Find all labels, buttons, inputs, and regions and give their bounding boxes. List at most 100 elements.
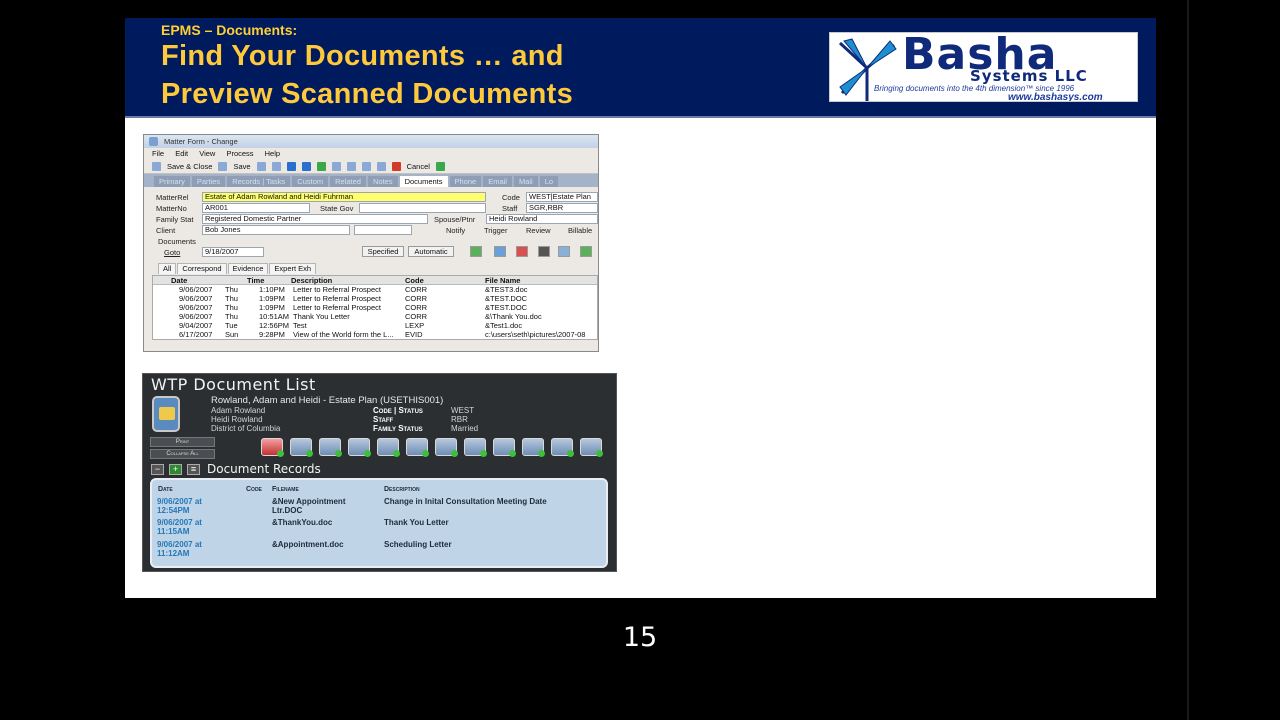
table-row[interactable]: 9/04/2007 Tue 12:56PM Test LEXP &Test1.d…	[153, 321, 597, 330]
client-extra-field[interactable]	[354, 225, 412, 235]
row-file: &TEST.DOC	[485, 294, 528, 303]
pdf-doc-icon[interactable]	[261, 438, 284, 457]
arrow-left-icon[interactable]	[286, 162, 296, 171]
list-view-icon[interactable]: ≡	[187, 464, 200, 475]
tab-related[interactable]: Related	[330, 176, 366, 187]
tab-phone[interactable]: Phone	[449, 176, 482, 187]
matterno-field[interactable]: AR001	[202, 203, 310, 213]
binoculars-icon[interactable]	[538, 246, 550, 257]
calendar-doc-icon[interactable]	[493, 438, 516, 457]
toolbar: Save & Close Save Cancel	[144, 160, 598, 174]
subtab-expert-exh[interactable]: Expert Exh	[269, 263, 317, 274]
goto-date-field[interactable]: 9/18/2007	[202, 247, 264, 257]
web-doc-icon[interactable]	[551, 438, 574, 457]
menu-bar: File Edit View Process Help	[144, 148, 598, 160]
client-field[interactable]: Bob Jones	[202, 225, 350, 235]
cancel-button[interactable]: Cancel	[407, 160, 430, 174]
collapse-section-icon[interactable]: −	[151, 464, 164, 475]
table-row[interactable]: 6/17/2007 Sun 9:28PM View of the World f…	[153, 330, 597, 339]
staff-field[interactable]: SGR,RBR	[526, 203, 598, 213]
mail-icon[interactable]	[361, 162, 371, 171]
scan-doc-icon[interactable]	[406, 438, 429, 457]
col-time[interactable]: Time	[247, 276, 264, 285]
add-doc-icon[interactable]	[470, 246, 482, 257]
email-doc-icon[interactable]	[377, 438, 400, 457]
family-stat-select[interactable]: Registered Domestic Partner	[202, 214, 428, 224]
matterrel-field[interactable]: Estate of Adam Rowland and Heidi Fuhrman	[202, 192, 486, 202]
folder-open-icon[interactable]	[494, 246, 506, 257]
tab-email[interactable]: Email	[483, 176, 512, 187]
state-gov-field[interactable]	[359, 203, 486, 213]
save-close-button[interactable]: Save & Close	[167, 160, 212, 174]
table-row[interactable]: 9/06/2007 Thu 10:51AM Thank You Letter C…	[153, 312, 597, 321]
row-date: 6/17/2007	[179, 330, 213, 339]
subtab-all[interactable]: All	[158, 263, 177, 274]
title-banner: EPMS – Documents: Find Your Documents … …	[125, 18, 1156, 116]
save-button[interactable]: Save	[233, 160, 250, 174]
form-doc-icon[interactable]	[319, 438, 342, 457]
row-day: Thu	[225, 285, 238, 294]
tab-more[interactable]: Lo	[539, 176, 559, 187]
wtp-location: District of Columbia	[211, 424, 281, 433]
row-time: 12:56PM	[259, 321, 290, 330]
folder-icon[interactable]	[271, 162, 281, 171]
menu-edit[interactable]: Edit	[175, 149, 188, 158]
arrow-up-icon[interactable]	[301, 162, 311, 171]
col-file-name[interactable]: File Name	[485, 276, 520, 285]
frame-edge	[1187, 0, 1189, 720]
menu-process[interactable]: Process	[226, 149, 253, 158]
record-date: 9/06/2007 at	[157, 497, 202, 506]
row-file: c:\users\seth\pictures\2007-08	[485, 330, 586, 339]
spouse-field[interactable]: Heidi Rowland	[486, 214, 598, 224]
trigger-checkbox[interactable]: Trigger	[484, 226, 507, 235]
tab-mail[interactable]: Mail	[513, 176, 538, 187]
menu-file[interactable]: File	[152, 149, 164, 158]
go-icon[interactable]	[435, 162, 445, 171]
grid-icon[interactable]	[331, 162, 341, 171]
menu-view[interactable]: View	[199, 149, 215, 158]
row-time: 10:51AM	[259, 312, 290, 321]
tab-notes[interactable]: Notes	[367, 176, 398, 187]
tab-primary[interactable]: Primary	[154, 176, 190, 187]
review-checkbox[interactable]: Review	[526, 226, 551, 235]
subtab-evidence[interactable]: Evidence	[227, 263, 269, 274]
tab-custom[interactable]: Custom	[292, 176, 329, 187]
print-doc-icon[interactable]	[558, 246, 570, 257]
record-description: Scheduling Letter	[384, 540, 452, 549]
print-icon[interactable]	[256, 162, 266, 171]
report-icon[interactable]	[346, 162, 356, 171]
image-doc-icon[interactable]	[522, 438, 545, 457]
code-field[interactable]: WEST|Estate Plan	[526, 192, 598, 202]
delete-icon[interactable]	[516, 246, 528, 257]
misc-doc-icon[interactable]	[580, 438, 603, 457]
page-number: 15	[622, 622, 658, 653]
col-description[interactable]: Description	[291, 276, 332, 285]
col-date[interactable]: Date	[171, 276, 187, 285]
automatic-button[interactable]: Automatic	[408, 246, 454, 257]
tab-records-tasks[interactable]: Records | Tasks	[227, 176, 291, 187]
row-description: Test	[293, 321, 307, 330]
subtab-correspond[interactable]: Correspond	[177, 263, 227, 274]
table-row[interactable]: 9/06/2007 Thu 1:09PM Letter to Referral …	[153, 303, 597, 312]
specified-button[interactable]: Specified	[362, 246, 404, 257]
tab-documents[interactable]: Documents	[399, 176, 448, 187]
logo-subtitle: Systems LLC	[970, 67, 1088, 85]
table-row[interactable]: 9/06/2007 Thu 1:09PM Letter to Referral …	[153, 294, 597, 303]
table-row[interactable]: 9/06/2007 Thu 1:10PM Letter to Referral …	[153, 285, 597, 294]
folder-doc-icon[interactable]	[435, 438, 458, 457]
menu-help[interactable]: Help	[265, 149, 280, 158]
notify-checkbox[interactable]: Notify	[446, 226, 465, 235]
link-icon[interactable]	[580, 246, 592, 257]
tab-parties[interactable]: Parties	[191, 176, 226, 187]
refresh-icon[interactable]	[316, 162, 326, 171]
collapse-all-button[interactable]: Collapse All	[150, 449, 215, 459]
word-doc-icon[interactable]	[290, 438, 313, 457]
col-code[interactable]: Code	[405, 276, 424, 285]
note-doc-icon[interactable]	[464, 438, 487, 457]
goto-label[interactable]: Goto	[164, 248, 180, 257]
copy-icon[interactable]	[376, 162, 386, 171]
expand-section-icon[interactable]: +	[169, 464, 182, 475]
billable-checkbox[interactable]: Billable	[568, 226, 592, 235]
envelope-doc-icon[interactable]	[348, 438, 371, 457]
print-button[interactable]: Print	[150, 437, 215, 447]
